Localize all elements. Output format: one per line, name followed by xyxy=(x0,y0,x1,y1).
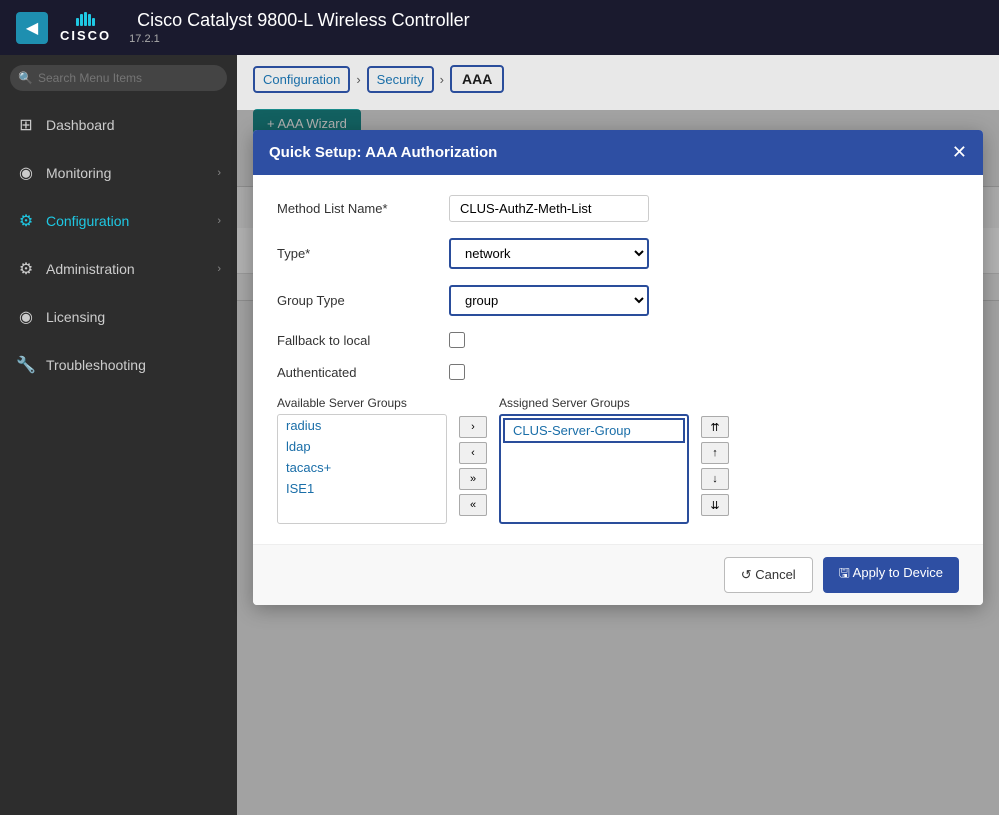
modal-header: Quick Setup: AAA Authorization ✕ xyxy=(253,130,983,175)
sidebar-item-troubleshooting[interactable]: 🔧 Troubleshooting xyxy=(0,341,237,389)
app-title: Cisco Catalyst 9800-L Wireless Controlle… xyxy=(137,10,469,31)
sidebar-item-monitoring[interactable]: ◉ Monitoring › xyxy=(0,149,237,197)
available-server-groups-box: Available Server Groups radius ldap taca… xyxy=(277,396,447,524)
type-label: Type* xyxy=(277,246,437,261)
sidebar-item-label: Troubleshooting xyxy=(46,357,146,373)
authenticated-row: Authenticated xyxy=(277,364,959,380)
available-groups-label: Available Server Groups xyxy=(277,396,447,410)
transfer-right-single-button[interactable]: › xyxy=(459,416,487,438)
order-up-button[interactable]: ↑ xyxy=(701,442,729,464)
breadcrumb-sep-2: › xyxy=(440,72,444,87)
cancel-button[interactable]: ↺ Cancel xyxy=(724,557,813,593)
back-button[interactable]: ◀ xyxy=(16,12,48,44)
sidebar-item-label: Administration xyxy=(46,261,135,277)
licensing-icon: ◉ xyxy=(16,307,36,327)
group-type-row: Group Type group local if-authenticated xyxy=(277,285,959,316)
list-item[interactable]: CLUS-Server-Group xyxy=(503,418,685,443)
assigned-groups-label: Assigned Server Groups xyxy=(499,396,689,410)
list-item[interactable]: ISE1 xyxy=(278,478,446,499)
sidebar-item-label: Monitoring xyxy=(46,165,111,181)
apply-to-device-button[interactable]: 🖫 Apply to Device xyxy=(823,557,959,593)
server-groups-section: Available Server Groups radius ldap taca… xyxy=(277,396,959,524)
modal-body: Method List Name* Type* network exec com… xyxy=(253,175,983,544)
dashboard-icon: ⊞ xyxy=(16,115,36,135)
sidebar: 🔍 ⊞ Dashboard ◉ Monitoring › ⚙ Configura… xyxy=(0,55,237,815)
sidebar-item-label: Dashboard xyxy=(46,117,115,133)
sidebar-item-dashboard[interactable]: ⊞ Dashboard xyxy=(0,101,237,149)
modal-overlay: Quick Setup: AAA Authorization ✕ Method … xyxy=(237,110,999,815)
transfer-buttons: › ‹ » « xyxy=(459,396,487,516)
order-down-button[interactable]: ↓ xyxy=(701,468,729,490)
transfer-right-all-button[interactable]: » xyxy=(459,468,487,490)
modal-footer: ↺ Cancel 🖫 Apply to Device xyxy=(253,544,983,605)
group-type-label: Group Type xyxy=(277,293,437,308)
chevron-right-icon: › xyxy=(217,215,221,227)
modal-close-button[interactable]: ✕ xyxy=(952,142,967,163)
troubleshooting-icon: 🔧 xyxy=(16,355,36,375)
assigned-server-groups-box: Assigned Server Groups CLUS-Server-Group xyxy=(499,396,689,524)
breadcrumb: Configuration › Security › AAA xyxy=(237,55,999,103)
cisco-logo: CISCO xyxy=(60,12,111,43)
order-buttons: ⇈ ↑ ↓ ⇊ xyxy=(701,396,729,516)
type-select[interactable]: network exec commands reverse-access aut… xyxy=(449,238,649,269)
breadcrumb-configuration[interactable]: Configuration xyxy=(253,66,350,93)
monitoring-icon: ◉ xyxy=(16,163,36,183)
breadcrumb-aaa: AAA xyxy=(450,65,504,93)
order-top-button[interactable]: ⇈ xyxy=(701,416,729,438)
fallback-checkbox[interactable] xyxy=(449,332,465,348)
authenticated-label: Authenticated xyxy=(277,365,437,380)
list-item[interactable]: ldap xyxy=(278,436,446,457)
breadcrumb-sep-1: › xyxy=(356,72,360,87)
topbar: ◀ CISCO Cisco Catalyst 9800-L Wireless C… xyxy=(0,0,999,55)
fallback-label: Fallback to local xyxy=(277,333,437,348)
method-list-name-input[interactable] xyxy=(449,195,649,222)
modal-title: Quick Setup: AAA Authorization xyxy=(269,144,497,161)
authenticated-checkbox[interactable] xyxy=(449,364,465,380)
chevron-right-icon: › xyxy=(217,167,221,179)
administration-icon: ⚙ xyxy=(16,259,36,279)
search-input[interactable] xyxy=(10,65,227,91)
sidebar-item-configuration[interactable]: ⚙ Configuration › xyxy=(0,197,237,245)
method-list-name-row: Method List Name* xyxy=(277,195,959,222)
assigned-server-list[interactable]: CLUS-Server-Group xyxy=(499,414,689,524)
list-item[interactable]: radius xyxy=(278,415,446,436)
chevron-right-icon: › xyxy=(217,263,221,275)
search-box[interactable]: 🔍 xyxy=(10,65,227,91)
sidebar-item-label: Configuration xyxy=(46,213,129,229)
type-row: Type* network exec commands reverse-acce… xyxy=(277,238,959,269)
search-icon: 🔍 xyxy=(18,71,33,85)
fallback-row: Fallback to local xyxy=(277,332,959,348)
quick-setup-modal: Quick Setup: AAA Authorization ✕ Method … xyxy=(253,130,983,605)
configuration-icon: ⚙ xyxy=(16,211,36,231)
method-list-name-label: Method List Name* xyxy=(277,201,437,216)
transfer-left-single-button[interactable]: ‹ xyxy=(459,442,487,464)
group-type-select[interactable]: group local if-authenticated xyxy=(449,285,649,316)
order-bottom-button[interactable]: ⇊ xyxy=(701,494,729,516)
available-server-list[interactable]: radius ldap tacacs+ ISE1 xyxy=(277,414,447,524)
app-version: 17.2.1 xyxy=(129,33,469,45)
list-item[interactable]: tacacs+ xyxy=(278,457,446,478)
sidebar-item-label: Licensing xyxy=(46,309,105,325)
sidebar-item-administration[interactable]: ⚙ Administration › xyxy=(0,245,237,293)
transfer-left-all-button[interactable]: « xyxy=(459,494,487,516)
breadcrumb-security[interactable]: Security xyxy=(367,66,434,93)
sidebar-item-licensing[interactable]: ◉ Licensing xyxy=(0,293,237,341)
